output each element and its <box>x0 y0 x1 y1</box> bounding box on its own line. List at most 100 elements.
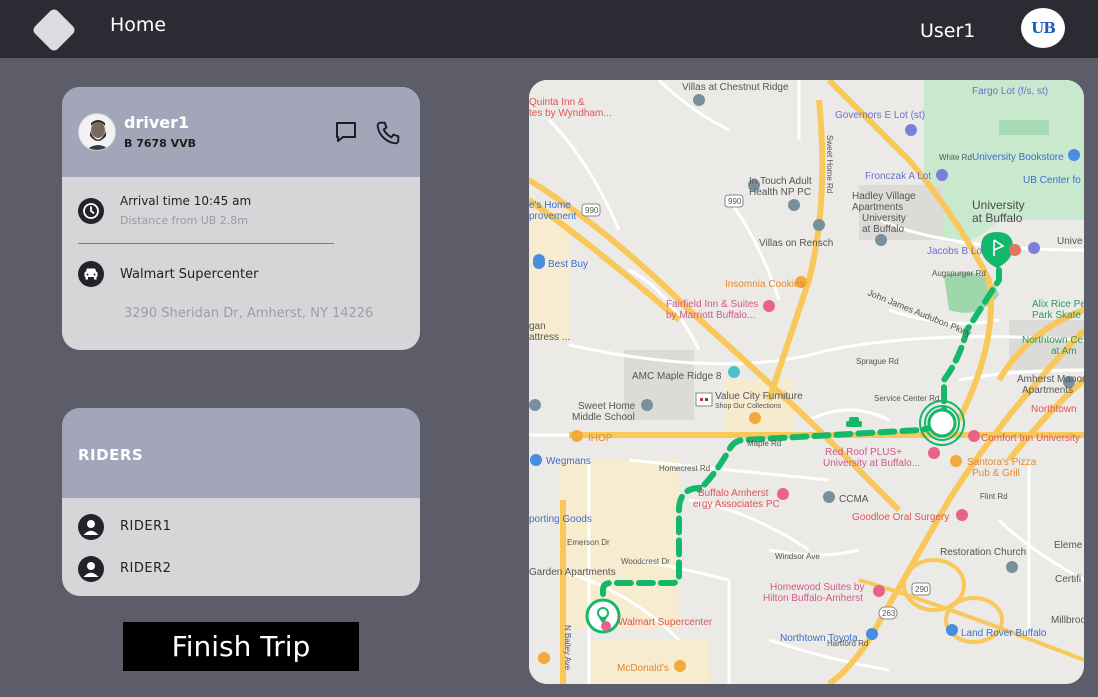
driver-plate: B 7678 VVB <box>124 137 197 150</box>
rider-list-item[interactable]: RIDER1 <box>78 514 378 540</box>
driver-card: driver1 B 7678 VVB Arrival time 10:45 am… <box>62 87 420 350</box>
car-icon <box>78 261 104 287</box>
user-avatar[interactable]: UB <box>1021 8 1065 48</box>
person-icon <box>78 514 104 540</box>
map-label: Fargo Lot (f/s, st) <box>972 86 1048 97</box>
map-label: University Bookstore <box>972 152 1064 163</box>
map-label: Woodcrest Dr <box>621 557 670 566</box>
map-label: Shop Our Collections <box>715 403 782 410</box>
person-icon <box>78 556 104 582</box>
map-label: Middle School <box>572 412 635 423</box>
map-label: CCMA <box>839 494 869 505</box>
map-label: UB Center fo <box>1023 175 1081 186</box>
distance-text: Distance from UB 2.8m <box>120 214 248 227</box>
map-label: University <box>972 198 1025 212</box>
map-label: Augspurger Rd <box>932 269 986 278</box>
finish-trip-button[interactable]: Finish Trip <box>123 622 359 671</box>
ub-logo-text: UB <box>1031 19 1056 37</box>
map-label: Best Buy <box>548 259 588 270</box>
app-logo-icon[interactable] <box>31 7 77 53</box>
map-label: Millbrook <box>1051 615 1084 626</box>
driver-avatar <box>78 113 116 151</box>
map-label: Sprague Rd <box>856 357 899 366</box>
map-label: Windsor Ave <box>775 552 820 561</box>
map-label: attress ... <box>529 332 570 343</box>
map-label: Insomnia Cookies <box>725 279 804 290</box>
driver-card-header: driver1 B 7678 VVB <box>62 87 420 177</box>
arrival-time: Arrival time 10:45 am <box>120 194 252 208</box>
map-label: tes by Wyndham... <box>529 108 612 119</box>
hwy-290-label: 290 <box>915 585 929 594</box>
map-label: Pub & Grill <box>972 468 1020 479</box>
map-label: Hartford Rd <box>827 639 868 648</box>
map-label: Goodloe Oral Surgery <box>852 512 949 523</box>
hwy-263-label: 263 <box>882 609 896 618</box>
map-label: e's Home <box>529 200 571 211</box>
map-label: Buffalo Amherst <box>698 488 769 499</box>
map-label: Fairfield Inn & Suites <box>666 299 758 310</box>
map-label: Park Skate <box>1032 310 1081 321</box>
destination-name: Walmart Supercenter <box>120 267 259 282</box>
map-label: Homecrest Rd <box>659 464 710 473</box>
rider-list-item[interactable]: RIDER2 <box>78 556 378 582</box>
rider-name: RIDER1 <box>120 519 172 534</box>
map-label: Health NP PC <box>749 187 811 198</box>
map-label: Red Roof PLUS+ <box>825 447 902 458</box>
map-label: Quinta Inn & <box>529 97 585 108</box>
map-label: porting Goods <box>529 514 592 525</box>
nav-home-link[interactable]: Home <box>110 14 166 36</box>
map-label: Flint Rd <box>980 492 1008 501</box>
map-label: Sweet Home <box>578 401 636 412</box>
rider-name: RIDER2 <box>120 561 172 576</box>
map-label: Apartments <box>1022 385 1073 396</box>
top-bar: Home User1 UB <box>0 0 1098 58</box>
map-label: Garden Apartments <box>529 567 616 578</box>
map-label: Eleme <box>1054 540 1083 551</box>
map-label: Santora's Pizza <box>967 457 1037 468</box>
map-label: at Buffalo <box>972 211 1023 225</box>
map-label: Certifi <box>1055 574 1081 585</box>
hwy-990-label: 990 <box>728 197 742 206</box>
clock-icon <box>78 198 104 224</box>
map-label: Northtown Ce <box>1022 335 1084 346</box>
map-label: AMC Maple Ridge 8 <box>632 371 722 382</box>
park-area <box>999 120 1049 135</box>
map-label: Villas on Rensch <box>759 238 833 249</box>
map-label: Value City Furniture <box>715 391 803 402</box>
map-label: IHOP <box>588 433 613 444</box>
map-label: Alix Rice Pe <box>1032 299 1084 310</box>
chat-icon[interactable] <box>334 120 358 144</box>
map-label: Land Rover Buffalo <box>961 628 1047 639</box>
map-label: University <box>862 213 906 224</box>
map-label: provement <box>529 211 576 222</box>
map-label: Governors E Lot (st) <box>835 110 925 121</box>
map-label: Villas at Chestnut Ridge <box>682 82 789 93</box>
map-label: University at Buffalo... <box>823 458 920 469</box>
map-label: Sweet Home Rd <box>825 135 834 193</box>
map-label: ergy Associates PC <box>693 499 780 510</box>
map-label: Homewood Suites by <box>770 582 865 593</box>
map-label: Northtown <box>1031 404 1077 415</box>
map-label: Fronczak A Lot <box>865 171 931 182</box>
hwy-990-label: 990 <box>585 206 599 215</box>
divider <box>78 243 334 244</box>
map-label: Walmart Supercenter <box>618 617 713 628</box>
map-label: Amherst Manor <box>1017 374 1084 385</box>
map-label: gan <box>529 321 546 332</box>
map-label: Restoration Church <box>940 547 1026 558</box>
map-label: Jacobs B Lot <box>927 246 985 257</box>
map-label: by Marriott Buffalo... <box>666 310 755 321</box>
map-label: Comfort Inn University <box>981 433 1080 444</box>
map-label: Maple Rd <box>747 439 781 448</box>
destination-address: 3290 Sheridan Dr, Amherst, NY 14226 <box>124 306 374 321</box>
map-label: Unive <box>1057 236 1083 247</box>
map-label: Service Center Rd <box>874 394 939 403</box>
map-label: Wegmans <box>546 456 591 467</box>
route-map[interactable]: 990 990 290 263 Villas at Chestnut Ridge… <box>529 80 1084 684</box>
map-label: Apartments <box>852 202 903 213</box>
map-label: at Am <box>1051 346 1077 357</box>
phone-icon[interactable] <box>375 120 401 146</box>
map-label: White Rd <box>939 153 972 162</box>
map-label: McDonald's <box>617 663 669 674</box>
driver-name: driver1 <box>124 113 190 132</box>
